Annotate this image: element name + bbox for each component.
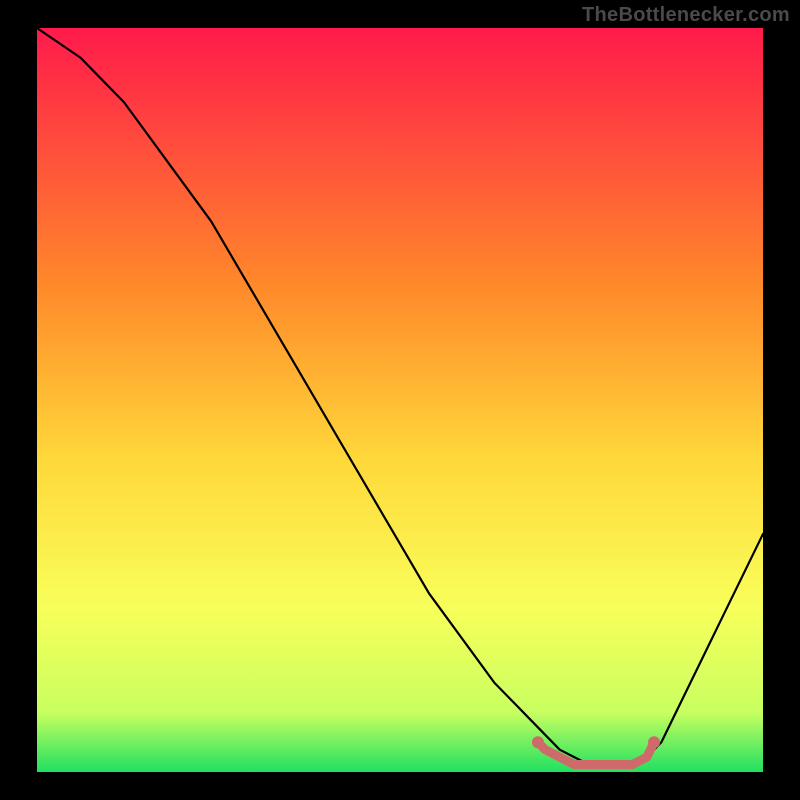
- plot-svg: [37, 28, 763, 772]
- optimal-region-end-marker: [648, 736, 660, 748]
- watermark-text: TheBottlenecker.com: [582, 4, 790, 27]
- plot-background: [37, 28, 763, 772]
- chart-container: TheBottlenecker.com: [0, 0, 800, 800]
- plot-frame: [37, 28, 763, 772]
- optimal-region-start-marker: [532, 736, 544, 748]
